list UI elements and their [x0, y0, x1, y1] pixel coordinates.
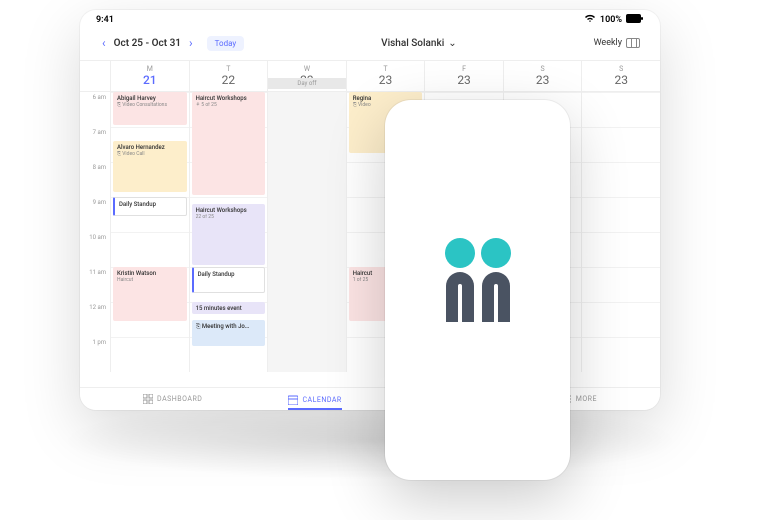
nav-label: MORE — [576, 395, 597, 403]
nav-label: CALENDAR — [302, 396, 341, 404]
logo-figure-left — [445, 238, 475, 322]
event-title: Haircut Workshops — [196, 95, 262, 102]
day-column[interactable]: Day off — [267, 92, 346, 372]
day-header[interactable]: M21 — [110, 61, 189, 91]
day-number: 23 — [504, 73, 582, 87]
day-header[interactable]: F23 — [424, 61, 503, 91]
user-name: Vishal Solanki — [381, 38, 444, 49]
logo-figure-right — [481, 238, 511, 322]
next-week-button[interactable]: › — [187, 34, 195, 52]
day-number: 22 — [190, 73, 268, 87]
time-label: 7 am — [80, 127, 110, 162]
time-column: 6 am7 am8 am9 am10 am11 am12 am1 pm — [80, 92, 110, 372]
event-subtitle: ⎘ Video Call — [117, 151, 183, 157]
prev-week-button[interactable]: ‹ — [100, 34, 108, 52]
day-column[interactable]: Haircut Workshops⚘ 5 of 25Haircut Worksh… — [189, 92, 268, 372]
week-header: M21T22W23T23F23S23S23 — [80, 60, 660, 92]
day-letter: T — [190, 65, 268, 73]
calendar-grid[interactable]: 6 am7 am8 am9 am10 am11 am12 am1 pm Abig… — [80, 92, 660, 372]
toolbar: ‹ Oct 25 - Oct 31 › Today Vishal Solanki… — [80, 30, 660, 60]
time-label: 1 pm — [80, 337, 110, 372]
calendar-event[interactable]: Abigail Harvey⎘ Video Consultations — [113, 92, 187, 125]
view-label: Weekly — [594, 38, 622, 48]
event-title: Alvaro Hernandez — [117, 144, 183, 151]
bottom-nav: DASHBOARD CALENDAR ACTIVITY MORE — [80, 387, 660, 410]
event-subtitle: Haircut — [117, 277, 183, 283]
app-logo — [445, 238, 511, 322]
calendar-event[interactable]: Daily Standup — [113, 197, 187, 216]
day-number: 23 — [425, 73, 503, 87]
day-header[interactable]: S23 — [581, 61, 660, 91]
event-title: ⎘ Meeting with Jo… — [196, 323, 262, 330]
dayoff-label: Day off — [268, 78, 346, 89]
event-title: Daily Standup — [119, 201, 182, 208]
day-header[interactable]: T22 — [189, 61, 268, 91]
time-label: 10 am — [80, 232, 110, 267]
phone-device — [385, 100, 570, 480]
event-subtitle: ⚘ 5 of 25 — [196, 102, 262, 108]
today-button[interactable]: Today — [207, 36, 245, 51]
day-header[interactable]: T23 — [346, 61, 425, 91]
event-title: Abigail Harvey — [117, 95, 183, 102]
day-column[interactable]: Abigail Harvey⎘ Video Consultations Alvar… — [110, 92, 189, 372]
calendar-event[interactable]: Alvaro Hernandez⎘ Video Call — [113, 141, 187, 192]
event-title: Haircut Workshops — [196, 207, 262, 214]
date-range[interactable]: Oct 25 - Oct 31 — [114, 38, 181, 49]
time-label: 8 am — [80, 162, 110, 197]
calendar-event[interactable]: Kristin WatsonHaircut — [113, 267, 187, 321]
day-letter: M — [111, 65, 189, 73]
calendar-event[interactable]: Daily Standup — [192, 267, 266, 293]
wifi-icon — [584, 14, 596, 26]
day-number: 21 — [111, 73, 189, 87]
event-subtitle: ⎘ Video Consultations — [117, 102, 183, 108]
user-selector[interactable]: Vishal Solanki ⌄ — [381, 38, 457, 49]
calendar-event[interactable]: ⎘ Meeting with Jo… — [192, 320, 266, 346]
day-letter: T — [347, 65, 425, 73]
tablet-device: 9:41 100% ‹ Oct 25 - Oct 31 › Today Vish… — [80, 10, 660, 410]
calendar-event[interactable]: Haircut Workshops⚘ 5 of 25 — [192, 92, 266, 195]
nav-calendar[interactable]: CALENDAR — [288, 395, 341, 410]
day-column[interactable] — [581, 92, 660, 372]
day-letter: F — [425, 65, 503, 73]
day-letter: S — [504, 65, 582, 73]
time-label: 12 am — [80, 302, 110, 337]
nav-dashboard[interactable]: DASHBOARD — [143, 394, 202, 404]
event-subtitle: 22 of 25 — [196, 214, 262, 220]
time-label: 11 am — [80, 267, 110, 302]
day-number: 23 — [582, 73, 660, 87]
week-view-icon — [626, 38, 640, 48]
event-title: Daily Standup — [198, 271, 261, 278]
battery-icon — [626, 14, 644, 26]
calendar-event[interactable]: Haircut Workshops22 of 25 — [192, 204, 266, 265]
status-bar: 9:41 100% — [80, 10, 660, 30]
battery-percent: 100% — [600, 15, 622, 25]
event-title: 15 minutes event — [196, 305, 262, 312]
time-label: 6 am — [80, 92, 110, 127]
dashboard-icon — [143, 394, 153, 404]
status-time: 9:41 — [96, 15, 114, 25]
chevron-down-icon: ⌄ — [448, 38, 456, 49]
calendar-icon — [288, 395, 298, 405]
event-title: Kristin Watson — [117, 270, 183, 277]
calendar-event[interactable]: 15 minutes event — [192, 302, 266, 314]
day-header[interactable]: S23 — [503, 61, 582, 91]
nav-label: DASHBOARD — [157, 395, 202, 403]
day-number: 23 — [347, 73, 425, 87]
view-selector[interactable]: Weekly — [594, 38, 640, 48]
time-label: 9 am — [80, 197, 110, 232]
day-letter: S — [582, 65, 660, 73]
phone-notch — [438, 100, 518, 118]
day-letter: W — [268, 65, 346, 73]
